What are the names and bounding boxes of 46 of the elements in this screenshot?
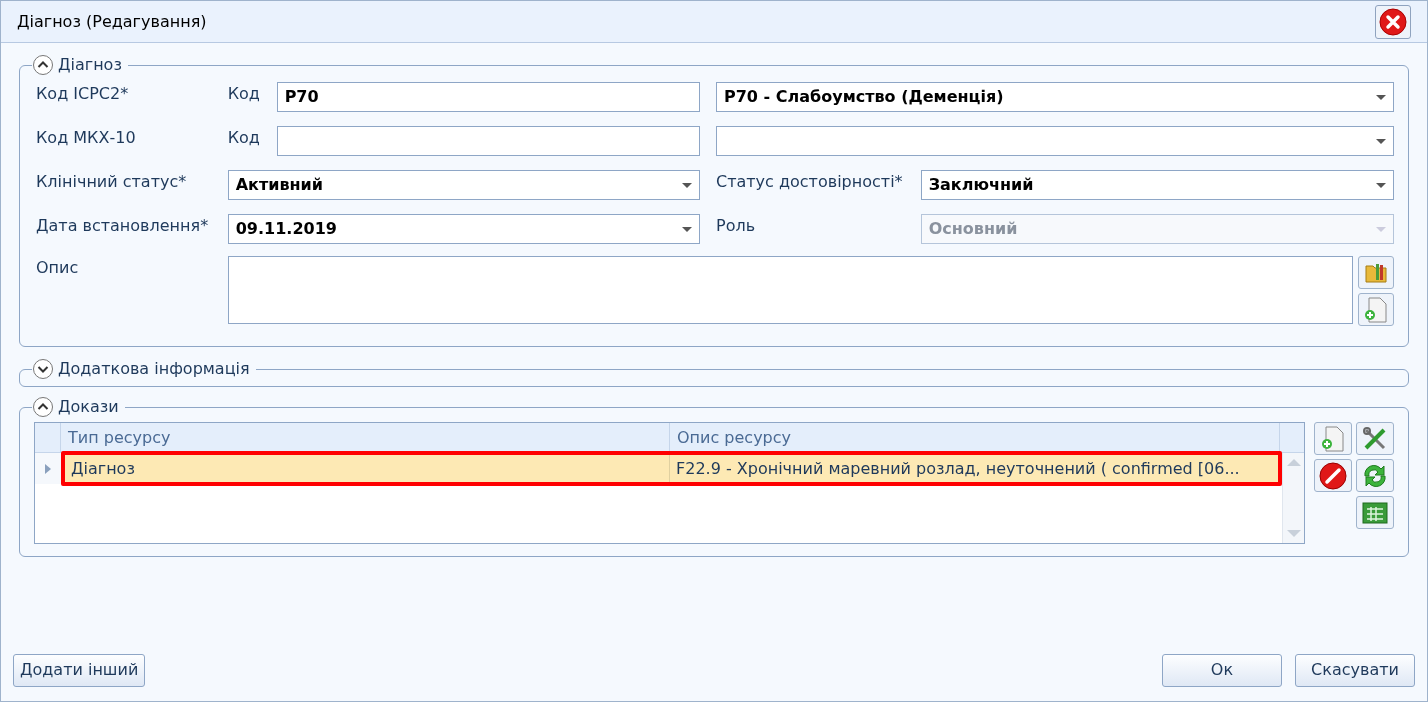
close-button[interactable] xyxy=(1375,4,1411,39)
collapse-icon[interactable] xyxy=(32,396,54,418)
cancel-button[interactable]: Скасувати xyxy=(1295,653,1415,687)
field-label: Статус достовірності* xyxy=(716,171,904,193)
expand-icon[interactable] xyxy=(32,358,54,380)
add-document-icon xyxy=(1321,425,1346,452)
field-label: Опис xyxy=(36,257,80,279)
field-label: Роль xyxy=(716,215,757,237)
folder-button[interactable] xyxy=(1358,256,1394,289)
add-document-button[interactable] xyxy=(1358,293,1394,326)
spreadsheet-icon xyxy=(1362,500,1389,525)
diagnosis-dropdown[interactable]: P70 - Слабоумство (Деменція) xyxy=(716,82,1394,112)
delete-button[interactable] xyxy=(1314,459,1353,492)
tools-button[interactable] xyxy=(1356,422,1395,455)
table-button[interactable] xyxy=(1356,496,1395,529)
column-header[interactable]: Тип ресурсу xyxy=(61,423,670,452)
field-label: Код ICPC2* xyxy=(36,83,130,105)
group-title: Додаткова інформація xyxy=(58,358,250,380)
column-header[interactable]: Опис ресурсу xyxy=(670,423,1279,452)
diagnosis-dropdown[interactable] xyxy=(716,126,1394,156)
field-label: Код xyxy=(227,83,261,105)
refresh-button[interactable] xyxy=(1356,459,1395,492)
no-entry-icon xyxy=(1319,461,1348,490)
field-label: Код МКХ-10 xyxy=(36,127,137,149)
ok-button[interactable]: Ок xyxy=(1162,653,1282,687)
code-input[interactable]: P70 xyxy=(276,82,700,112)
description-textarea[interactable] xyxy=(228,256,1353,324)
field-label: Код xyxy=(227,127,261,149)
close-icon xyxy=(1379,7,1407,36)
add-another-button[interactable]: Додати інший xyxy=(13,653,146,687)
add-document-icon xyxy=(1364,296,1388,323)
code-input[interactable] xyxy=(276,126,700,156)
date-dropdown[interactable]: 09.11.2019 xyxy=(227,214,700,244)
table-row[interactable]: Діагноз F22.9 - Хронічний маревний розлад, неуточнений ( confirmed [06... xyxy=(35,453,1283,484)
clinical-status-dropdown[interactable]: Активний xyxy=(227,170,700,200)
group-title: Докази xyxy=(58,396,119,418)
group-title: Діагноз xyxy=(58,54,122,76)
table-cell: Діагноз xyxy=(65,455,670,482)
field-label: Дата встановлення* xyxy=(36,215,210,237)
verification-status-dropdown[interactable]: Заключний xyxy=(920,170,1394,200)
table-cell-text: F22.9 - Хронічний маревний розлад, неуточнений ( confirmed [06... xyxy=(675,457,1241,480)
window-title: Діагноз (Редагування) xyxy=(17,10,207,33)
field-label: Клінічний статус* xyxy=(36,171,188,193)
row-indicator-icon xyxy=(45,463,51,474)
scrollbar[interactable] xyxy=(1282,453,1305,543)
collapse-icon[interactable] xyxy=(32,54,54,76)
